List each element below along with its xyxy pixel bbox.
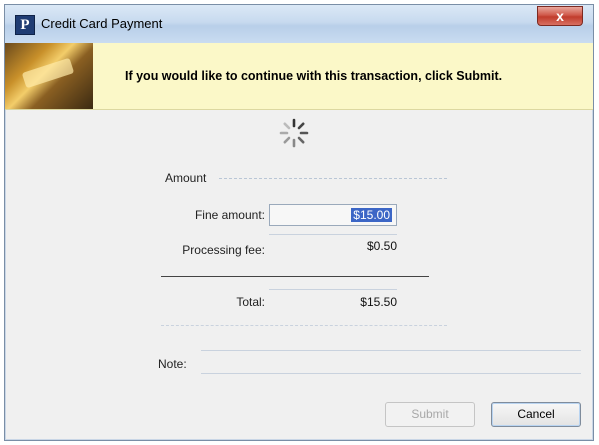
note-top-line xyxy=(201,350,581,351)
submit-button[interactable]: Submit xyxy=(385,402,475,427)
total-value: $15.50 xyxy=(360,295,397,309)
total-divider xyxy=(269,289,397,290)
title-bar: P Credit Card Payment x xyxy=(5,5,593,44)
processing-fee-field: $0.50 xyxy=(269,239,397,259)
instruction-banner: If you would like to continue with this … xyxy=(5,43,593,110)
cancel-button[interactable]: Cancel xyxy=(491,402,581,427)
note-bottom-line xyxy=(201,373,581,374)
sum-divider xyxy=(161,276,429,277)
credit-card-banner-image xyxy=(5,43,93,109)
processing-fee-label: Processing fee: xyxy=(182,243,265,257)
note-label: Note: xyxy=(158,357,187,371)
loading-spinner-icon xyxy=(279,118,309,148)
close-icon: x xyxy=(556,8,564,24)
credit-card-payment-dialog: P Credit Card Payment x If you would lik… xyxy=(4,4,594,441)
total-bottom-divider xyxy=(161,325,447,326)
fee-divider xyxy=(269,234,397,235)
section-divider xyxy=(219,178,447,179)
fine-amount-value: $15.00 xyxy=(351,208,392,222)
total-label: Total: xyxy=(236,295,265,309)
banner-message: If you would like to continue with this … xyxy=(125,69,503,83)
amount-section-label: Amount xyxy=(165,171,207,185)
fine-amount-label: Fine amount: xyxy=(194,208,265,222)
close-button[interactable]: x xyxy=(537,6,583,26)
window-title: Credit Card Payment xyxy=(41,16,163,31)
total-field: $15.50 xyxy=(269,295,397,315)
processing-fee-value: $0.50 xyxy=(366,239,397,253)
p-logo-icon: P xyxy=(15,15,35,35)
fine-amount-input[interactable]: $15.00 xyxy=(269,204,397,226)
